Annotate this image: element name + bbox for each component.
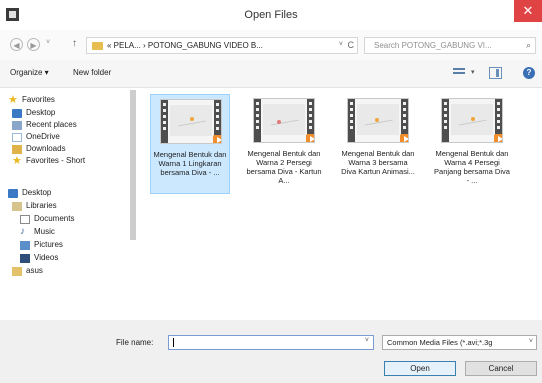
navigation-pane: ★ Favorites Desktop Recent places OneDri… xyxy=(0,88,140,320)
nav-label: Desktop xyxy=(22,188,52,197)
organize-button[interactable]: Organize ▾ xyxy=(10,68,49,77)
address-bar[interactable]: « PELA... › POTONG_GABUNG VIDEO B... ˅ C xyxy=(86,37,358,54)
file-item[interactable]: Mengenal Bentuk dan Warna 2 Persegi bers… xyxy=(244,94,324,194)
file-type-select[interactable]: Common Media Files (*.avi;*.3g ˅ xyxy=(382,335,537,350)
search-input[interactable]: Search POTONG_GABUNG VI... ⌕ xyxy=(364,37,536,54)
up-button[interactable]: ↑ xyxy=(72,38,77,49)
preview-pane-icon[interactable] xyxy=(489,67,502,79)
text-caret xyxy=(173,338,174,347)
nav-label: Pictures xyxy=(34,240,63,249)
nav-music[interactable]: ♪ Music xyxy=(20,226,128,239)
videos-icon xyxy=(20,254,30,263)
file-name: Mengenal Bentuk dan Warna 2 Persegi bers… xyxy=(246,149,322,185)
nav-label: OneDrive xyxy=(26,132,60,141)
title-bar: Open Files ✕ xyxy=(0,0,542,30)
nav-pictures[interactable]: Pictures xyxy=(20,240,128,252)
desktop-icon xyxy=(12,109,22,118)
nav-recent-places[interactable]: Recent places xyxy=(12,120,128,132)
recent-places-icon xyxy=(12,121,22,130)
file-type-value: Common Media Files (*.avi;*.3g xyxy=(387,338,493,347)
libraries-icon xyxy=(12,202,22,211)
toolbar: Organize ▾ New folder ▾ ? xyxy=(0,60,542,88)
view-options-chevron-icon[interactable]: ▾ xyxy=(471,68,475,76)
nav-onedrive[interactable]: OneDrive xyxy=(12,132,128,144)
nav-desktop-root[interactable]: Desktop xyxy=(8,188,128,200)
file-item[interactable]: Mengenal Bentuk dan Warna 1 Lingkaran be… xyxy=(150,94,230,194)
breadcrumb[interactable]: « PELA... › POTONG_GABUNG VIDEO B... xyxy=(107,41,263,50)
file-name-label: File name: xyxy=(116,338,154,347)
file-item[interactable]: Mengenal Bentuk dan Warna 4 Persegi Panj… xyxy=(432,94,512,194)
nav-downloads[interactable]: Downloads xyxy=(12,144,128,156)
video-thumbnail xyxy=(253,98,315,143)
file-name: Mengenal Bentuk dan Warna 1 Lingkaran be… xyxy=(153,150,227,177)
nav-label: Downloads xyxy=(26,144,66,153)
file-list: Mengenal Bentuk dan Warna 1 Lingkaran be… xyxy=(140,88,542,320)
help-icon[interactable]: ? xyxy=(523,67,535,79)
file-name-input[interactable]: ˅ xyxy=(168,335,374,350)
nav-label: Desktop xyxy=(26,108,56,117)
media-player-icon xyxy=(494,134,502,142)
address-row: ◀ ▶ ˅ ↑ « PELA... › POTONG_GABUNG VIDEO … xyxy=(0,30,542,60)
back-button[interactable]: ◀ xyxy=(10,38,23,51)
media-player-icon xyxy=(213,135,221,143)
video-thumbnail xyxy=(441,98,503,143)
documents-icon xyxy=(20,215,30,224)
nav-libraries[interactable]: Libraries xyxy=(12,201,128,213)
new-folder-button[interactable]: New folder xyxy=(73,68,111,77)
nav-favorites-shortcut[interactable]: ★ Favorites - Short xyxy=(12,155,128,168)
nav-user-asus[interactable]: asus xyxy=(12,266,128,278)
forward-button[interactable]: ▶ xyxy=(27,38,40,51)
nav-label: Music xyxy=(34,227,55,236)
nav-label: Documents xyxy=(34,214,75,223)
nav-label: Favorites - Short xyxy=(26,156,86,165)
star-icon: ★ xyxy=(12,155,22,167)
cancel-button[interactable]: Cancel xyxy=(465,361,537,376)
nav-label: Recent places xyxy=(26,120,77,129)
nav-desktop[interactable]: Desktop xyxy=(12,108,128,120)
media-player-icon xyxy=(400,134,408,142)
nav-label: Favorites xyxy=(22,95,55,104)
search-placeholder: Search POTONG_GABUNG VI... xyxy=(374,41,492,50)
change-view-icon[interactable] xyxy=(453,68,465,78)
nav-videos[interactable]: Videos xyxy=(20,253,128,265)
onedrive-icon xyxy=(12,133,22,142)
media-player-icon xyxy=(306,134,314,142)
desktop-icon xyxy=(8,189,18,198)
nav-favorites[interactable]: ★ Favorites xyxy=(8,94,128,107)
search-icon[interactable]: ⌕ xyxy=(526,40,531,51)
star-icon: ★ xyxy=(8,94,18,106)
file-name: Mengenal Bentuk dan Warna 4 Persegi Panj… xyxy=(434,149,510,185)
recent-locations-chevron-icon[interactable]: ˅ xyxy=(46,39,50,46)
file-item[interactable]: Mengenal Bentuk dan Warna 3 bersama Diva… xyxy=(338,94,418,194)
pictures-icon xyxy=(20,241,30,250)
folder-icon xyxy=(92,42,103,50)
open-files-dialog: Open Files ✕ ◀ ▶ ˅ ↑ « PELA... › POTONG_… xyxy=(0,0,542,383)
nav-documents[interactable]: Documents xyxy=(20,214,128,226)
window-title: Open Files xyxy=(244,9,298,21)
refresh-icon[interactable]: C xyxy=(348,40,355,50)
nav-label: Videos xyxy=(34,253,59,262)
nav-label: asus xyxy=(26,266,43,275)
video-thumbnail xyxy=(347,98,409,143)
user-folder-icon xyxy=(12,267,22,276)
music-icon: ♪ xyxy=(20,226,25,237)
video-thumbnail xyxy=(160,99,222,144)
nav-scrollbar[interactable] xyxy=(130,90,136,240)
open-button[interactable]: Open xyxy=(384,361,456,376)
file-type-chevron-icon[interactable]: ˅ xyxy=(529,338,533,345)
downloads-icon xyxy=(12,145,22,154)
bottom-bar: File name: ˅ Common Media Files (*.avi;*… xyxy=(0,320,542,383)
file-name: Mengenal Bentuk dan Warna 3 bersama Diva… xyxy=(341,149,415,176)
nav-label: Libraries xyxy=(26,201,57,210)
close-button[interactable]: ✕ xyxy=(514,0,542,22)
address-dropdown-chevron-icon[interactable]: ˅ xyxy=(339,41,343,48)
file-name-dropdown-chevron-icon[interactable]: ˅ xyxy=(365,337,369,344)
